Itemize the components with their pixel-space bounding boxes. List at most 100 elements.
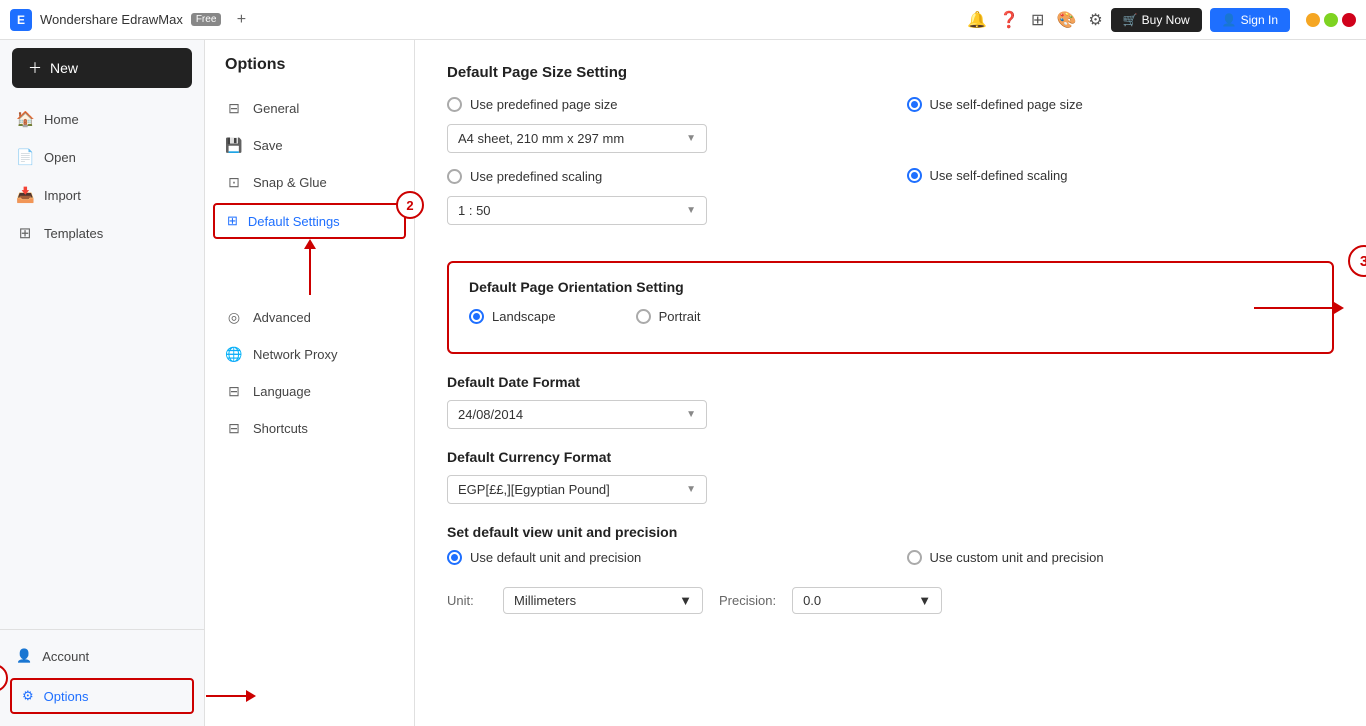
date-format-select[interactable]: 24/08/2014 ▼ bbox=[447, 400, 707, 429]
shortcuts-icon: ⊟ bbox=[225, 420, 243, 437]
options-menu-default-settings[interactable]: ⊞ Default Settings 2 bbox=[213, 203, 406, 239]
settings-icon[interactable]: ⚙ bbox=[1088, 10, 1102, 30]
scaling-select[interactable]: 1 : 50 ▼ bbox=[447, 196, 707, 225]
scaling-arrow-icon: ▼ bbox=[686, 205, 696, 216]
view-unit-left: Use default unit and precision bbox=[447, 550, 875, 577]
options-menu-network-proxy[interactable]: 🌐 Network Proxy bbox=[205, 336, 414, 373]
options-menu-language[interactable]: ⊟ Language bbox=[205, 373, 414, 410]
snap-glue-icon: ⊡ bbox=[225, 174, 243, 191]
radio-predefined-scaling-input[interactable] bbox=[447, 169, 462, 184]
unit-label: Unit: bbox=[447, 593, 487, 608]
radio-default-unit: Use default unit and precision bbox=[447, 550, 875, 565]
maximize-button[interactable] bbox=[1324, 13, 1338, 27]
sign-in-button[interactable]: 👤 Sign In bbox=[1210, 8, 1290, 32]
orientation-options: Landscape Portrait bbox=[469, 309, 1312, 336]
badge-3: 3 bbox=[1348, 245, 1366, 277]
network-proxy-icon: 🌐 bbox=[225, 346, 243, 363]
import-icon: 📥 bbox=[16, 186, 34, 204]
sidebar-bottom: 👤 Account ⚙ Options 1 bbox=[0, 629, 204, 726]
general-icon: ⊟ bbox=[225, 100, 243, 117]
buy-now-button[interactable]: 🛒 Buy Now bbox=[1111, 8, 1202, 32]
radio-custom-unit-input[interactable] bbox=[907, 550, 922, 565]
titlebar-right: 🔔 ❓ ⊞ 🎨 ⚙ 🛒 Buy Now 👤 Sign In bbox=[967, 8, 1356, 32]
badge-2: 2 bbox=[396, 191, 424, 219]
unit-select-arrow-icon: ▼ bbox=[679, 593, 692, 608]
options-menu-save[interactable]: 💾 Save bbox=[205, 127, 414, 164]
page-size-dropdown-row: A4 sheet, 210 mm x 297 mm ▼ bbox=[447, 124, 875, 153]
view-unit-right: Use custom unit and precision bbox=[907, 550, 1335, 577]
orientation-section-wrapper: Default Page Orientation Setting Landsca… bbox=[447, 261, 1334, 354]
sidebar-item-account[interactable]: 👤 Account bbox=[0, 638, 204, 674]
radio-portrait: Portrait bbox=[636, 309, 701, 324]
scaling-dropdown-row: 1 : 50 ▼ bbox=[447, 196, 875, 225]
radio-landscape-input[interactable] bbox=[469, 309, 484, 324]
radio-self-defined-scaling-input[interactable] bbox=[907, 168, 922, 183]
sidebar-item-import[interactable]: 📥 Import bbox=[0, 176, 204, 214]
help-icon[interactable]: ❓ bbox=[999, 10, 1019, 30]
radio-custom-unit: Use custom unit and precision bbox=[907, 550, 1335, 565]
radio-self-defined-size: Use self-defined page size bbox=[907, 97, 1335, 112]
user-icon: 👤 bbox=[1222, 13, 1237, 27]
orientation-section: Default Page Orientation Setting Landsca… bbox=[447, 261, 1334, 354]
sidebar-item-home[interactable]: 🏠 Home bbox=[0, 100, 204, 138]
sidebar-item-templates[interactable]: ⊞ Templates bbox=[0, 214, 204, 252]
page-size-arrow-icon: ▼ bbox=[686, 133, 696, 144]
options-menu-general[interactable]: ⊟ General bbox=[205, 90, 414, 127]
plus-icon: ＋ bbox=[28, 58, 42, 78]
page-size-section: Default Page Size Setting Use predefined… bbox=[447, 64, 1334, 241]
close-button[interactable] bbox=[1342, 13, 1356, 27]
notification-icon[interactable]: 🔔 bbox=[967, 10, 987, 30]
new-button[interactable]: ＋ New bbox=[12, 48, 192, 88]
date-format-section: Default Date Format 24/08/2014 ▼ bbox=[447, 374, 1334, 429]
theme-icon[interactable]: 🎨 bbox=[1056, 10, 1076, 30]
date-format-title: Default Date Format bbox=[447, 374, 1334, 390]
default-settings-icon: ⊞ bbox=[227, 213, 238, 229]
titlebar-left: E Wondershare EdrawMax Free + bbox=[10, 8, 253, 32]
unit-precision-row: Unit: Millimeters ▼ Precision: 0.0 ▼ bbox=[447, 587, 1334, 614]
view-unit-title: Set default view unit and precision bbox=[447, 524, 1334, 540]
tab-add-button[interactable]: + bbox=[229, 8, 253, 32]
options-menu-shortcuts[interactable]: ⊟ Shortcuts bbox=[205, 410, 414, 447]
page-size-left: Use predefined page size A4 sheet, 210 m… bbox=[447, 97, 875, 241]
minimize-button[interactable] bbox=[1306, 13, 1320, 27]
date-format-arrow-icon: ▼ bbox=[686, 409, 696, 420]
orientation-title: Default Page Orientation Setting bbox=[469, 279, 1312, 295]
main-layout: ＋ New 🏠 Home 📄 Open 📥 Import ⊞ Templates bbox=[0, 40, 1366, 726]
currency-format-title: Default Currency Format bbox=[447, 449, 1334, 465]
radio-landscape: Landscape bbox=[469, 309, 556, 324]
radio-portrait-input[interactable] bbox=[636, 309, 651, 324]
radio-predefined-size-input[interactable] bbox=[447, 97, 462, 112]
options-gear-icon: ⚙ bbox=[22, 688, 34, 704]
options-menu-snap-glue[interactable]: ⊡ Snap & Glue bbox=[205, 164, 414, 201]
radio-self-defined-size-input[interactable] bbox=[907, 97, 922, 112]
save-menu-icon: 💾 bbox=[225, 137, 243, 154]
sidebar-item-options[interactable]: ⚙ Options bbox=[10, 678, 194, 714]
unit-select[interactable]: Millimeters ▼ bbox=[503, 587, 703, 614]
window-controls bbox=[1306, 13, 1356, 27]
share-icon[interactable]: ⊞ bbox=[1031, 10, 1044, 30]
sidebar: ＋ New 🏠 Home 📄 Open 📥 Import ⊞ Templates bbox=[0, 40, 205, 726]
precision-select[interactable]: 0.0 ▼ bbox=[792, 587, 942, 614]
sidebar-item-open[interactable]: 📄 Open bbox=[0, 138, 204, 176]
radio-default-unit-input[interactable] bbox=[447, 550, 462, 565]
page-size-select[interactable]: A4 sheet, 210 mm x 297 mm ▼ bbox=[447, 124, 707, 153]
account-icon: 👤 bbox=[16, 648, 32, 664]
sidebar-items: 🏠 Home 📄 Open 📥 Import ⊞ Templates bbox=[0, 100, 204, 629]
radio-predefined-size: Use predefined page size bbox=[447, 97, 875, 112]
app-logo: E bbox=[10, 9, 32, 31]
arrow-2 bbox=[304, 239, 316, 295]
page-size-right: Use self-defined page size Use self-defi… bbox=[907, 97, 1335, 195]
open-icon: 📄 bbox=[16, 148, 34, 166]
titlebar-icons: 🔔 ❓ ⊞ 🎨 ⚙ bbox=[967, 10, 1103, 30]
home-icon: 🏠 bbox=[16, 110, 34, 128]
radio-predefined-scaling: Use predefined scaling bbox=[447, 169, 875, 184]
options-menu-advanced[interactable]: ◎ Advanced bbox=[205, 299, 414, 336]
advanced-icon: ◎ bbox=[225, 309, 243, 326]
currency-format-arrow-icon: ▼ bbox=[686, 484, 696, 495]
language-icon: ⊟ bbox=[225, 383, 243, 400]
currency-format-select[interactable]: EGP[££,][Egyptian Pound] ▼ bbox=[447, 475, 707, 504]
cart-icon: 🛒 bbox=[1123, 13, 1138, 27]
arrow-1 bbox=[206, 690, 256, 702]
view-unit-options: Use default unit and precision Use custo… bbox=[447, 550, 1334, 577]
precision-select-arrow-icon: ▼ bbox=[918, 593, 931, 608]
